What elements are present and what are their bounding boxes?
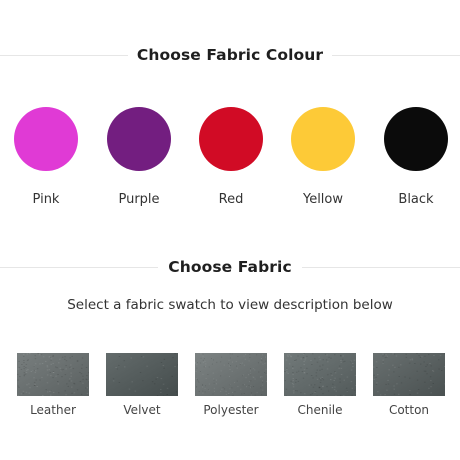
fabric-option-polyester[interactable]: Polyester: [191, 353, 271, 421]
heading-divider-right: [332, 55, 460, 56]
colour-option-red[interactable]: Red: [191, 107, 271, 213]
fabric-label-chenile: Chenile: [297, 403, 343, 417]
colour-label-red: Red: [218, 192, 244, 207]
fabric-instruction-text: Select a fabric swatch to view descripti…: [67, 297, 393, 313]
fabric-label-leather: Leather: [30, 403, 76, 417]
fabric-texture: [195, 353, 267, 396]
colour-option-purple[interactable]: Purple: [99, 107, 179, 213]
colour-section-heading: Choose Fabric Colour: [0, 43, 460, 67]
fabric-swatch-polyester[interactable]: [195, 353, 267, 396]
colour-label-purple: Purple: [118, 192, 160, 207]
colour-label-yellow: Yellow: [302, 192, 344, 207]
fabric-texture: [373, 353, 445, 396]
colour-swatch-black[interactable]: [384, 107, 448, 171]
colour-option-yellow[interactable]: Yellow: [283, 107, 363, 213]
fabric-label-velvet: Velvet: [123, 403, 161, 417]
fabric-texture: [106, 353, 178, 396]
fabric-swatch-velvet[interactable]: [106, 353, 178, 396]
fabric-option-chenile[interactable]: Chenile: [280, 353, 360, 421]
heading-divider-right: [302, 267, 460, 268]
fabric-section-heading: Choose Fabric: [0, 255, 460, 279]
fabric-label-cotton: Cotton: [388, 403, 430, 417]
colour-swatch-purple[interactable]: [107, 107, 171, 171]
colour-option-pink[interactable]: Pink: [6, 107, 86, 213]
fabric-option-velvet[interactable]: Velvet: [102, 353, 182, 421]
colour-label-pink: Pink: [32, 192, 60, 207]
fabric-swatch-leather[interactable]: [17, 353, 89, 396]
colour-swatch-pink[interactable]: [14, 107, 78, 171]
fabric-option-cotton[interactable]: Cotton: [369, 353, 449, 421]
colour-swatch-yellow[interactable]: [291, 107, 355, 171]
colour-option-black[interactable]: Black: [376, 107, 456, 213]
fabric-texture: [17, 353, 89, 396]
colour-swatch-red[interactable]: [199, 107, 263, 171]
colour-label-black: Black: [398, 192, 434, 207]
fabric-texture: [284, 353, 356, 396]
fabric-option-leather[interactable]: Leather: [13, 353, 93, 421]
fabric-swatch-cotton[interactable]: [373, 353, 445, 396]
fabric-label-polyester: Polyester: [203, 403, 259, 417]
fabric-swatch-chenile[interactable]: [284, 353, 356, 396]
